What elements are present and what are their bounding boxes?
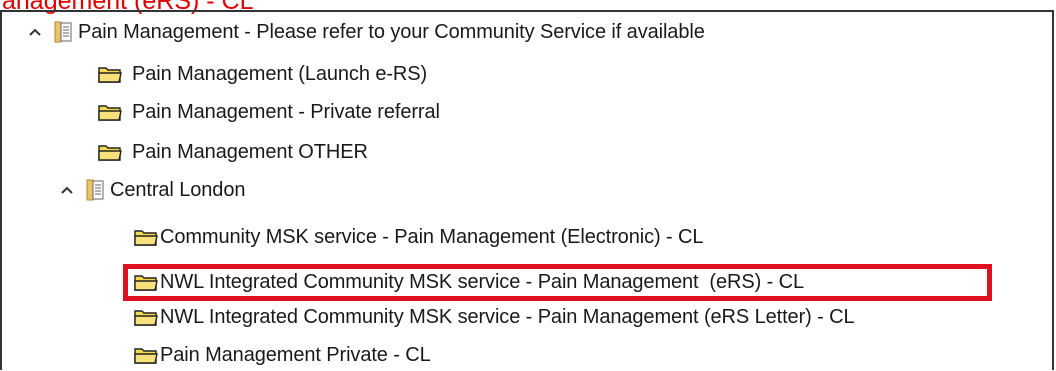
book-icon <box>54 21 72 43</box>
tree-node-label: Pain Management OTHER <box>132 141 368 163</box>
tree-leaf-nwl-integrated-ers-letter[interactable]: NWL Integrated Community MSK service - P… <box>134 301 855 333</box>
folder-icon <box>98 143 122 161</box>
chevron-up-icon[interactable] <box>24 16 46 48</box>
tree-leaf-pain-management-launch-ers[interactable]: Pain Management (Launch e-RS) <box>98 58 427 90</box>
tree-node-label: Pain Management - Private referral <box>132 101 440 123</box>
folder-icon <box>98 65 122 83</box>
highlight-box <box>123 264 992 301</box>
folder-icon <box>98 103 122 121</box>
folder-icon <box>134 346 158 364</box>
tree-node-label: Community MSK service - Pain Management … <box>160 226 704 248</box>
tree-node-pain-management-root[interactable]: Pain Management - Please refer to your C… <box>24 16 705 48</box>
tree-node-label: Pain Management - Please refer to your C… <box>78 21 705 43</box>
tree-node-label: Pain Management Private - CL <box>160 344 431 366</box>
tree-view: Pain Management - Please refer to your C… <box>0 10 1054 370</box>
tree-leaf-community-msk-electronic[interactable]: Community MSK service - Pain Management … <box>134 221 703 253</box>
tree-node-central-london[interactable]: Central London <box>56 174 245 206</box>
tree-leaf-pain-management-private-cl[interactable]: Pain Management Private - CL <box>134 339 431 371</box>
tree-node-label: NWL Integrated Community MSK service - P… <box>160 306 855 328</box>
folder-icon <box>134 308 158 326</box>
tree-leaf-pain-management-private-referral[interactable]: Pain Management - Private referral <box>98 96 440 128</box>
tree-node-label: Pain Management (Launch e-RS) <box>132 63 428 85</box>
book-icon <box>86 179 104 201</box>
folder-icon <box>134 228 158 246</box>
tree-leaf-pain-management-other[interactable]: Pain Management OTHER <box>98 136 368 168</box>
chevron-up-icon[interactable] <box>56 174 78 206</box>
tree-node-label: Central London <box>110 179 246 201</box>
